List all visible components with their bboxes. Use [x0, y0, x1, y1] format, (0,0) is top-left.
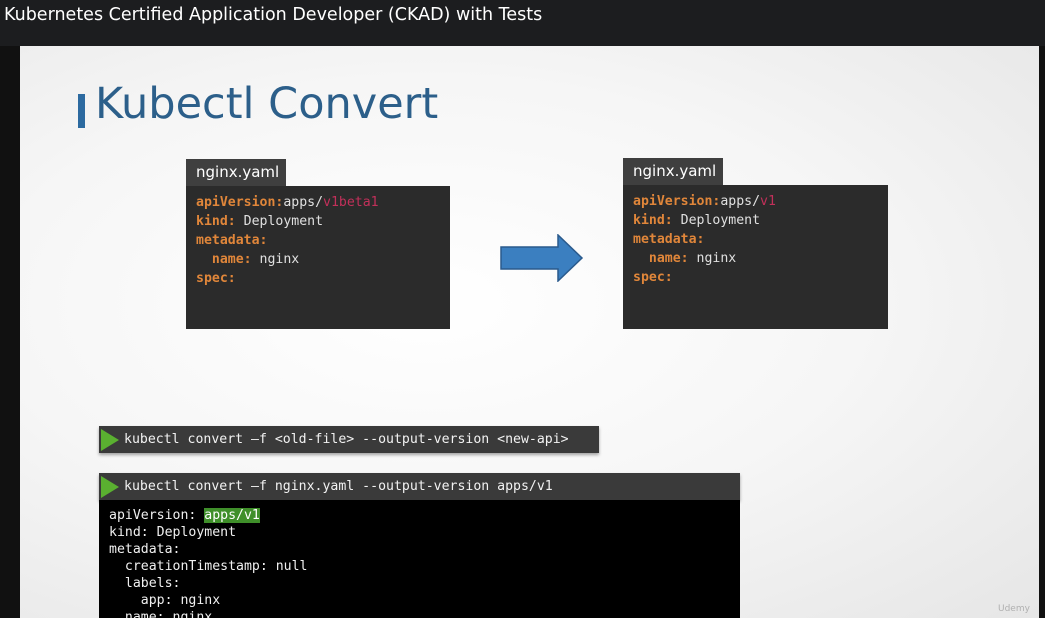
yaml-key: metadata: [196, 233, 268, 248]
command-example-text: kubectl convert –f nginx.yaml --output-v… [124, 479, 553, 494]
slide-title: Kubectl Convert [95, 79, 439, 129]
yaml-key: apiVersion: [633, 194, 721, 209]
yaml-value: apps/ [720, 194, 761, 209]
yaml-value: Deployment [243, 214, 324, 229]
yaml-key: name: [211, 252, 252, 267]
yaml-key: kind: [196, 214, 236, 229]
yaml-value: nginx [696, 251, 737, 266]
left-yaml-box: apiVersion:apps/v1beta1 kind: Deployment… [186, 186, 450, 329]
yaml-value: nginx [259, 252, 300, 267]
slide: Kubectl Convert nginx.yaml apiVersion:ap… [20, 46, 1039, 618]
output-line: labels: [109, 576, 181, 591]
yaml-value: Deployment [680, 213, 761, 228]
yaml-version-new: v1 [760, 194, 776, 209]
output-highlight: apps/v1 [204, 508, 260, 523]
yaml-key: apiVersion: [196, 195, 284, 210]
play-icon [101, 476, 119, 498]
output-line: metadata: [109, 542, 181, 557]
right-file-tab: nginx.yaml [623, 158, 723, 185]
yaml-version-old: v1beta1 [323, 195, 379, 210]
window-titlebar: Kubernetes Certified Application Develop… [0, 0, 1045, 46]
output-line: name: nginx [109, 610, 213, 618]
udemy-watermark: Udemy [998, 604, 1030, 614]
right-arrow-icon [500, 234, 584, 282]
command-example-bar: kubectl convert –f nginx.yaml --output-v… [99, 473, 740, 500]
yaml-key: spec: [633, 270, 673, 285]
yaml-key: spec: [196, 271, 236, 286]
left-border [0, 46, 20, 618]
command-generic-text: kubectl convert –f <old-file> --output-v… [124, 432, 569, 447]
output-line: creationTimestamp: null [109, 559, 308, 574]
left-file-tab: nginx.yaml [186, 159, 286, 186]
yaml-key: name: [648, 251, 689, 266]
terminal-output: apiVersion: apps/v1 kind: Deployment met… [99, 500, 740, 618]
command-generic-bar: kubectl convert –f <old-file> --output-v… [99, 426, 599, 453]
yaml-value: apps/ [283, 195, 324, 210]
right-border [1039, 46, 1045, 618]
title-accent-bar [78, 94, 85, 128]
right-yaml-box: apiVersion:apps/v1 kind: Deployment meta… [623, 185, 888, 329]
output-line: kind: Deployment [109, 525, 237, 540]
yaml-key: metadata: [633, 232, 705, 247]
yaml-key: kind: [633, 213, 673, 228]
output-line: app: nginx [109, 593, 221, 608]
course-title: Kubernetes Certified Application Develop… [4, 5, 543, 25]
play-icon [101, 429, 119, 451]
output-line: apiVersion: [109, 508, 205, 523]
